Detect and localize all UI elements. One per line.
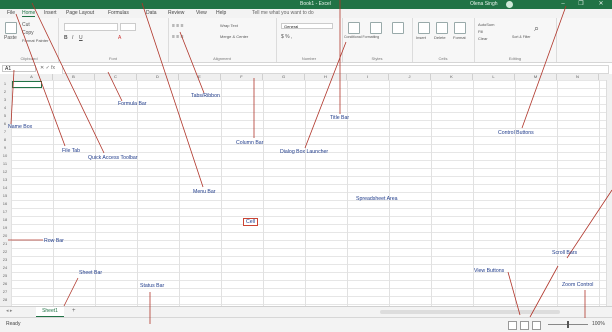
pointer-sheet-bar (63, 277, 79, 307)
label-dialog-launcher: Dialog Box Launcher (280, 149, 329, 155)
label-spreadsheet-area: Spreadsheet Area (356, 196, 398, 202)
label-scroll-bars: Scroll Bars (552, 250, 578, 256)
pointer-control-buttons (521, 5, 567, 129)
label-tabs-ribbon: Tabs/Ribbon (191, 93, 220, 99)
label-formula-bar: Formula Bar (118, 101, 147, 107)
pointer-formula-bar (107, 71, 123, 102)
label-quick-access: Quick Access Toolbar (88, 155, 138, 161)
label-menu-bar: Menu Bar (193, 189, 216, 195)
label-view-buttons: View Buttons (474, 268, 505, 274)
label-control-buttons: Control Buttons (498, 130, 534, 136)
label-name-box: Name Box (8, 124, 33, 130)
label-title-bar: Title Bar (330, 115, 350, 121)
annotation-lines (8, 0, 612, 324)
label-zoom-control: Zoom Control (562, 282, 594, 288)
label-row-bar: Row Bar (44, 238, 64, 244)
pointer-scroll-bars-vertical (566, 189, 612, 259)
pointer-tabs-ribbon (179, 31, 205, 94)
label-status-bar: Status Bar (140, 283, 165, 289)
label-sheet-bar: Sheet Bar (79, 270, 103, 276)
label-cell: Cell (243, 218, 258, 226)
pointer-scroll-bars (529, 265, 559, 318)
label-file-tab: File Tab (62, 148, 81, 154)
label-column-bar: Column Bar (236, 140, 264, 146)
pointer-view-buttons (507, 271, 521, 316)
pointer-quick-access (31, 2, 105, 154)
pointer-name-box (10, 69, 15, 125)
